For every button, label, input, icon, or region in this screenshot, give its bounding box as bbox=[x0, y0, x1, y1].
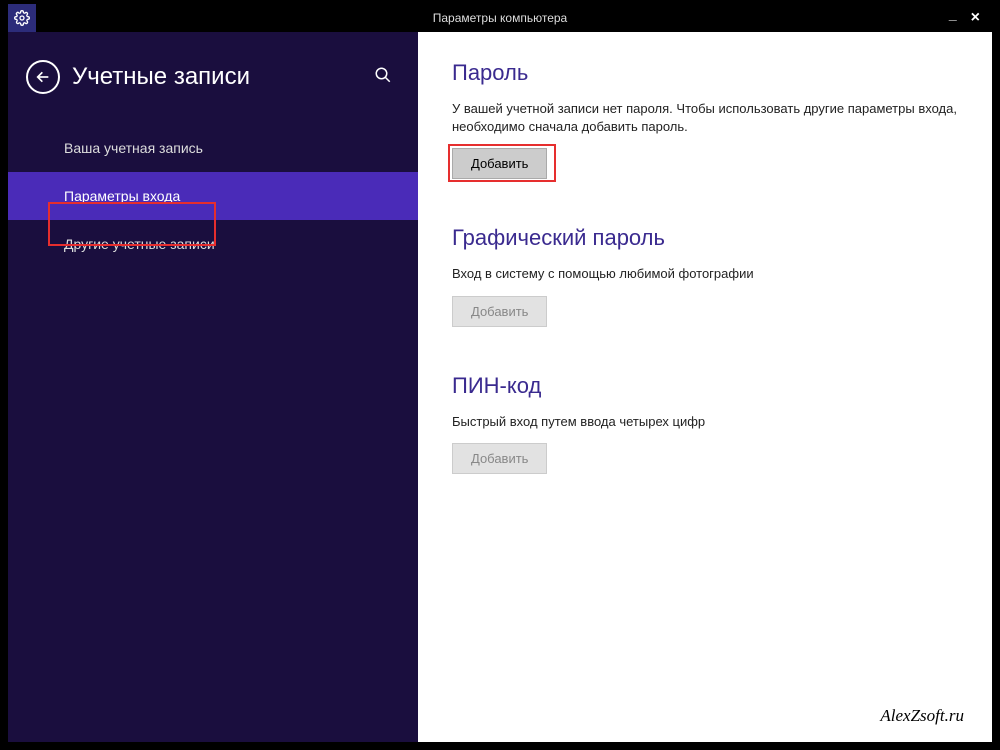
sidebar-header: Учетные записи bbox=[8, 52, 418, 114]
back-button[interactable] bbox=[26, 60, 60, 94]
main-panel: Пароль У вашей учетной записи нет пароля… bbox=[418, 32, 992, 742]
section-desc-picture: Вход в систему с помощью любимой фотогра… bbox=[452, 265, 964, 283]
app-icon bbox=[8, 4, 36, 32]
button-label: Добавить bbox=[471, 304, 528, 319]
section-desc-pin: Быстрый вход путем ввода четырех цифр bbox=[452, 413, 964, 431]
add-picture-password-button[interactable]: Добавить bbox=[452, 296, 547, 327]
sidebar-item-label: Ваша учетная запись bbox=[64, 140, 203, 156]
minimize-button[interactable]: _ bbox=[949, 7, 957, 21]
search-icon bbox=[374, 66, 392, 84]
gear-icon bbox=[14, 10, 30, 26]
section-desc-password: У вашей учетной записи нет пароля. Чтобы… bbox=[452, 100, 964, 136]
sidebar-nav: Ваша учетная запись Параметры входа Друг… bbox=[8, 124, 418, 268]
password-section: Пароль У вашей учетной записи нет пароля… bbox=[452, 60, 964, 179]
sidebar-item-other-accounts[interactable]: Другие учетные записи bbox=[8, 220, 418, 268]
search-button[interactable] bbox=[374, 66, 392, 89]
add-pin-button[interactable]: Добавить bbox=[452, 443, 547, 474]
window-title: Параметры компьютера bbox=[8, 11, 992, 25]
add-password-button[interactable]: Добавить bbox=[452, 148, 547, 179]
sidebar-item-signin-options[interactable]: Параметры входа bbox=[8, 172, 418, 220]
sidebar-item-label: Параметры входа bbox=[64, 188, 180, 204]
sidebar-item-label: Другие учетные записи bbox=[64, 236, 215, 252]
arrow-left-icon bbox=[35, 69, 51, 85]
section-title-picture: Графический пароль bbox=[452, 225, 964, 251]
window-controls: _ × bbox=[949, 10, 992, 26]
settings-window: Параметры компьютера _ × Учетные записи bbox=[8, 4, 992, 742]
page-title: Учетные записи bbox=[72, 63, 374, 91]
close-button[interactable]: × bbox=[971, 10, 980, 26]
section-title-pin: ПИН-код bbox=[452, 373, 964, 399]
sidebar: Учетные записи Ваша учетная запись Парам… bbox=[8, 32, 418, 742]
button-label: Добавить bbox=[471, 156, 528, 171]
watermark: AlexZsoft.ru bbox=[880, 706, 964, 726]
pin-section: ПИН-код Быстрый вход путем ввода четырех… bbox=[452, 373, 964, 474]
titlebar: Параметры компьютера _ × bbox=[8, 4, 992, 32]
picture-password-section: Графический пароль Вход в систему с помо… bbox=[452, 225, 964, 326]
section-title-password: Пароль bbox=[452, 60, 964, 86]
content-area: Учетные записи Ваша учетная запись Парам… bbox=[8, 32, 992, 742]
button-label: Добавить bbox=[471, 451, 528, 466]
sidebar-item-your-account[interactable]: Ваша учетная запись bbox=[8, 124, 418, 172]
